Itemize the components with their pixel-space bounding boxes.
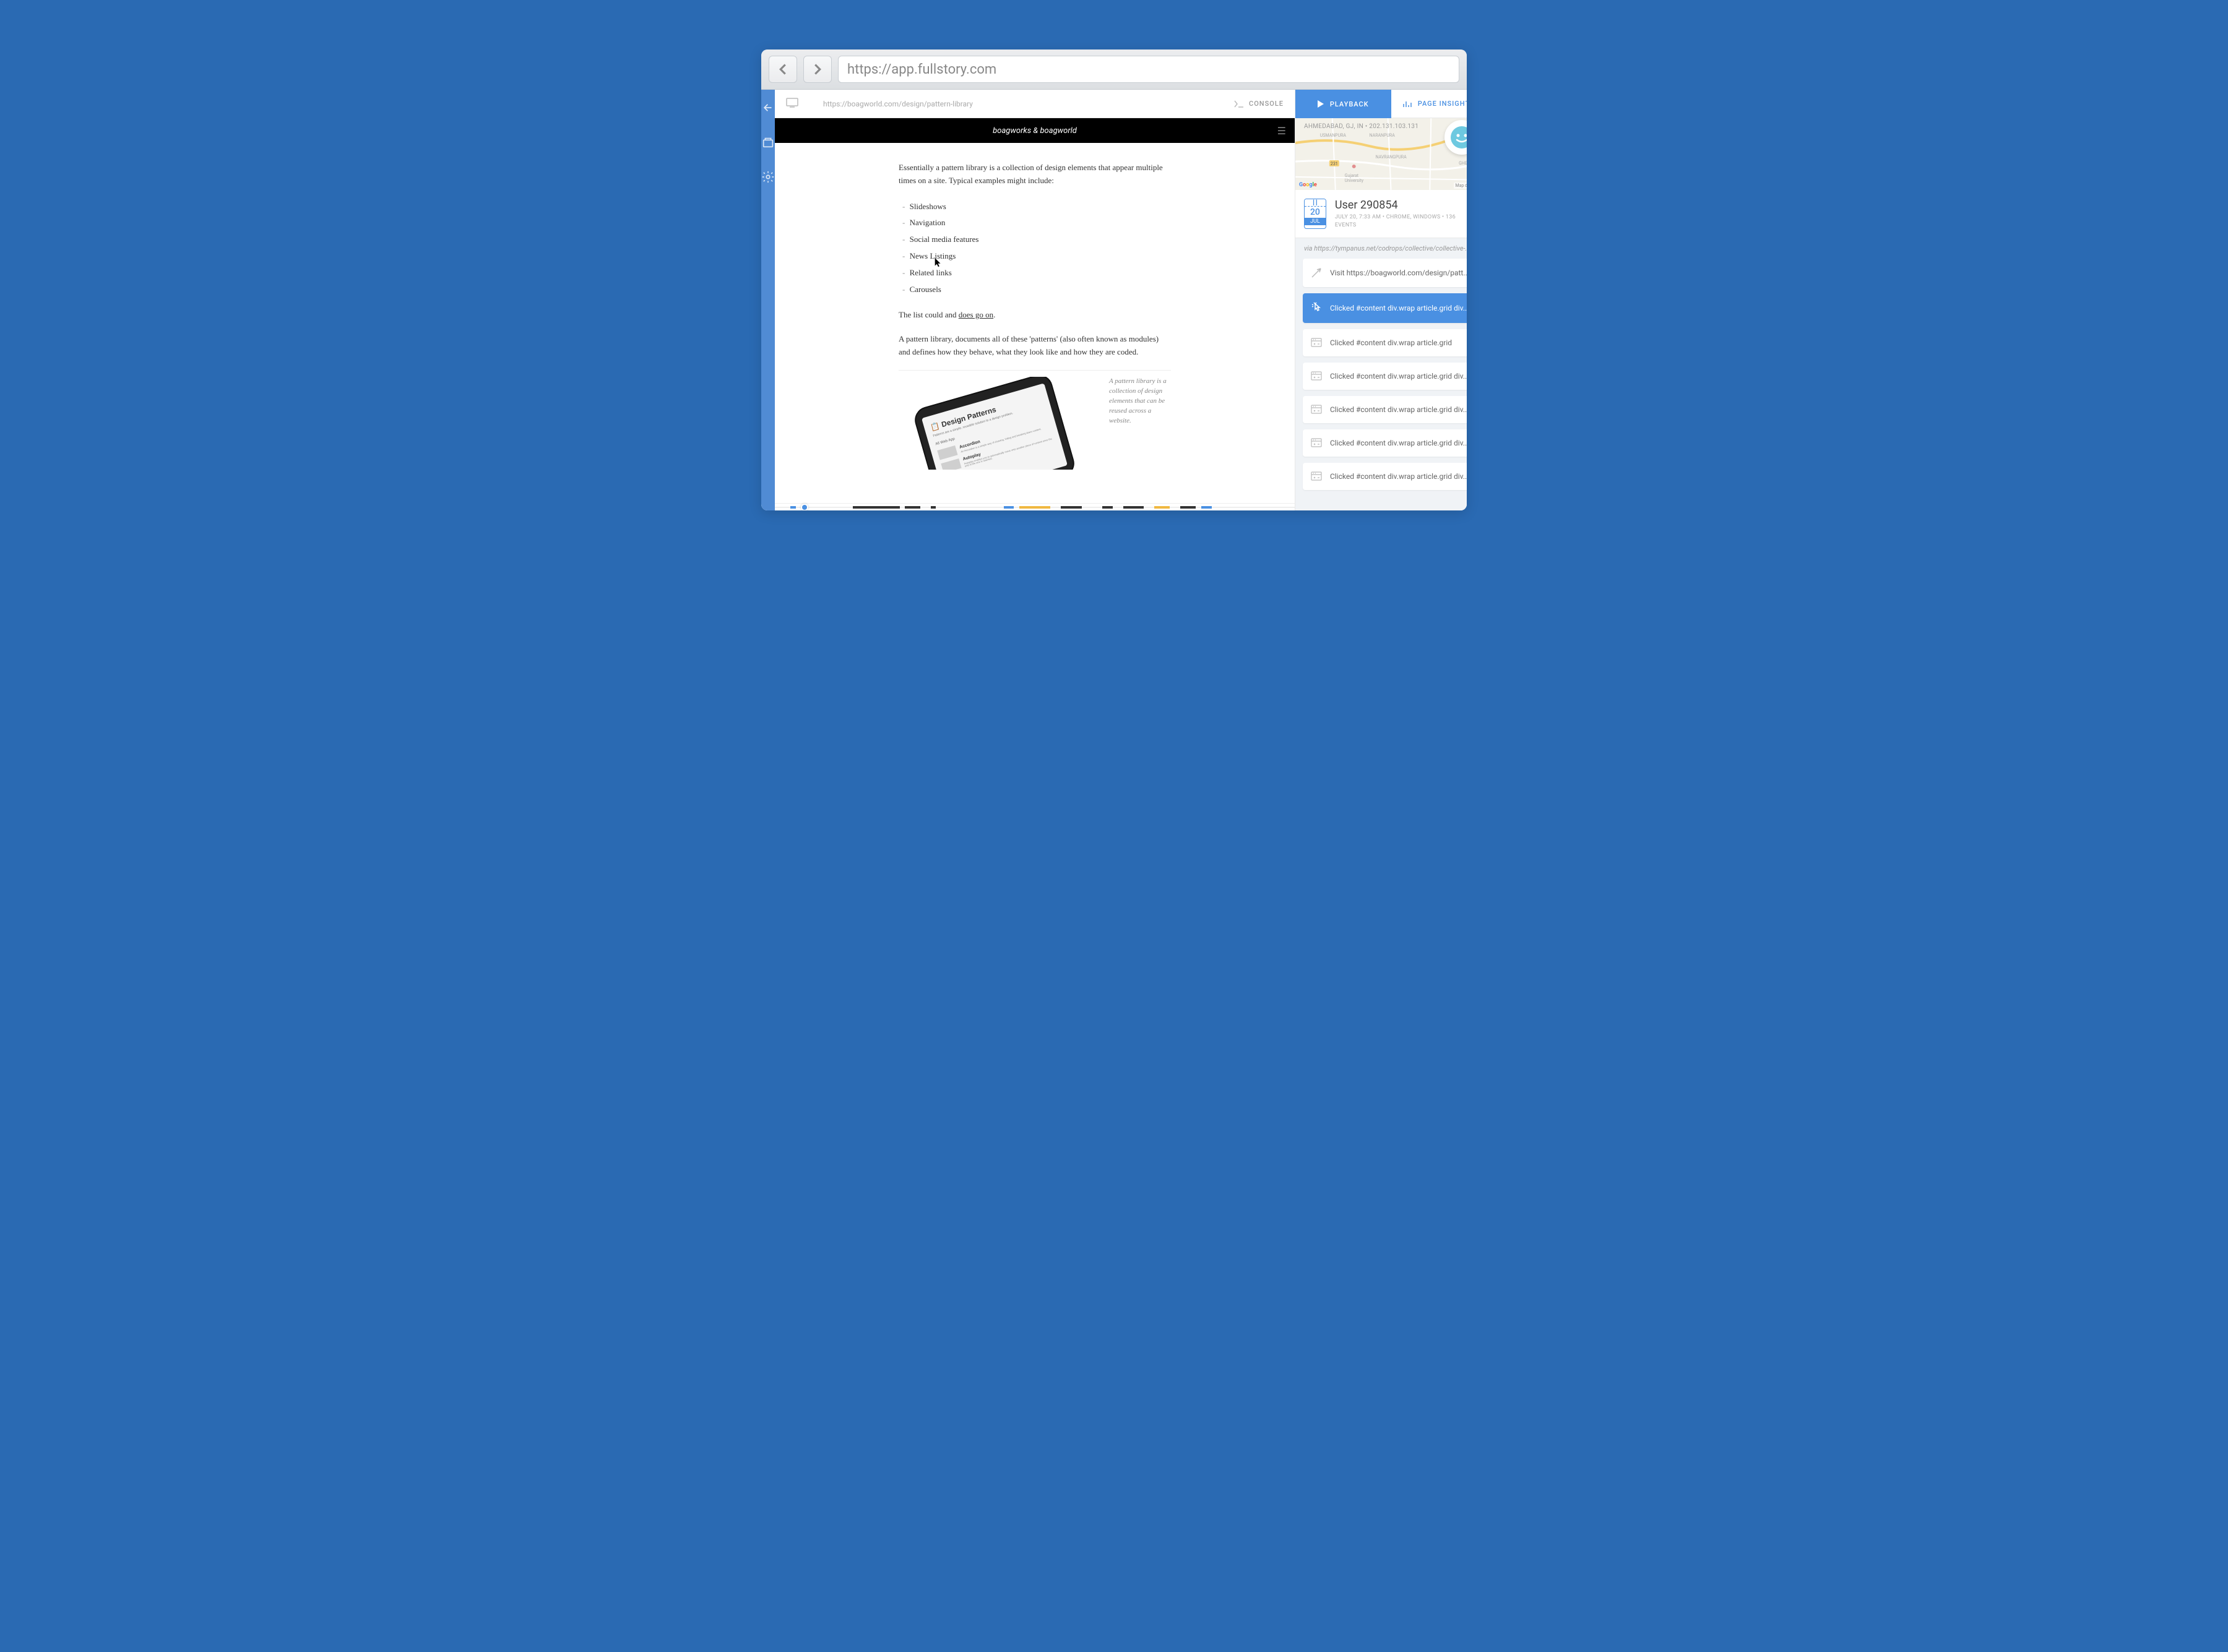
event-text: Clicked #content div.wrap article.grid d… (1330, 472, 1467, 481)
figure-row: 📋 Design Patterns Patterns are a simple,… (899, 370, 1171, 470)
user-meta: JULY 20, 7:33 AM • CHROME, WINDOWS • 136… (1335, 213, 1467, 229)
event-item[interactable]: Clicked #content div.wrap article.grid d… (1303, 429, 1467, 457)
svg-text:USMANPURA: USMANPURA (1320, 133, 1347, 138)
tab-playback[interactable]: PLAYBACK (1295, 90, 1391, 118)
session-replay-viewport[interactable]: boagworks & boagworld ☰ Essentially a pa… (775, 118, 1295, 503)
location-text: AHMEDABAD, GJ, IN • 202.131.103.131 (1304, 123, 1418, 130)
pointer-click-icon (1310, 302, 1323, 314)
svg-text:Gujarat: Gujarat (1345, 173, 1359, 178)
hamburger-icon: ☰ (1277, 125, 1286, 137)
article-para2: The list could and does go on. (899, 309, 1171, 322)
window-icon (1310, 471, 1323, 481)
event-text: Visit https://boagworld.com/design/patt.… (1330, 269, 1467, 277)
window-icon (1310, 338, 1323, 348)
recorded-cursor-icon (935, 258, 942, 268)
nav-forward-button[interactable] (803, 56, 832, 83)
window-icon (1310, 405, 1323, 415)
svg-text:NAVRANGPURA: NAVRANGPURA (1376, 155, 1407, 160)
svg-text:NARANPURA: NARANPURA (1370, 133, 1396, 138)
date-badge: ┃┃ 20 JUL (1304, 199, 1326, 229)
right-panel: PLAYBACK PAGE INSIGHTS 231 (1295, 90, 1467, 510)
chevron-left-icon (778, 63, 788, 75)
site-logo-text: boagworks & boagworld (993, 126, 1077, 136)
window-icon (1310, 438, 1323, 448)
event-text: Clicked #content div.wrap article.grid d… (1330, 439, 1467, 447)
article-para3: A pattern library, documents all of thes… (899, 333, 1171, 359)
event-text: Clicked #content div.wrap article.grid d… (1330, 372, 1467, 381)
map-attribution: Map data ©20 (1454, 183, 1467, 189)
bar-chart-icon (1403, 100, 1412, 108)
events-list: Visit https://boagworld.com/design/patt.… (1295, 259, 1467, 510)
list-item: Slideshows (902, 199, 1171, 215)
left-rail (761, 90, 775, 510)
figure-image: 📋 Design Patterns Patterns are a simple,… (899, 377, 1097, 470)
console-icon (1234, 100, 1244, 108)
user-card: ┃┃ 20 JUL User 290854 JULY 20, 7:33 AM •… (1295, 190, 1467, 238)
svg-text:231: 231 (1331, 161, 1338, 166)
play-icon (1318, 100, 1324, 108)
app-area: https://boagworld.com/design/pattern-lib… (761, 90, 1467, 510)
event-text: Clicked #content div.wrap article.grid (1330, 338, 1452, 347)
console-button[interactable]: CONSOLE (1234, 100, 1284, 108)
window-icon (1310, 371, 1323, 381)
event-item[interactable]: Clicked #content div.wrap article.grid d… (1303, 293, 1467, 323)
user-name: User 290854 (1335, 199, 1467, 212)
article-list: Slideshows Navigation Social media featu… (902, 199, 1171, 298)
url-bar-text: https://app.fullstory.com (847, 62, 996, 77)
list-item: Related links (902, 265, 1171, 282)
recorded-article: Essentially a pattern library is a colle… (775, 143, 1295, 476)
figure-caption: A pattern library is a collection of des… (1109, 377, 1171, 470)
article-link: does go on (959, 310, 993, 319)
sessions-icon[interactable] (761, 136, 775, 152)
recorded-site-header: boagworks & boagworld ☰ (775, 118, 1295, 143)
desktop-icon (786, 98, 798, 110)
console-label: CONSOLE (1249, 100, 1284, 108)
tablet-device: 📋 Design Patterns Patterns are a simple,… (912, 377, 1077, 470)
event-text: Clicked #content div.wrap article.grid d… (1330, 405, 1467, 414)
list-item: News Listings (902, 248, 1171, 265)
list-item: Carousels (902, 282, 1171, 298)
tab-page-insights[interactable]: PAGE INSIGHTS (1391, 90, 1467, 118)
article-intro: Essentially a pattern library is a colle… (899, 161, 1171, 187)
event-item[interactable]: Clicked #content div.wrap article.grid d… (1303, 363, 1467, 390)
settings-icon[interactable] (761, 170, 775, 186)
back-arrow-icon[interactable] (761, 101, 775, 117)
recorded-url: https://boagworld.com/design/pattern-lib… (823, 100, 973, 108)
playhead[interactable] (801, 504, 808, 510)
navigate-icon (1310, 267, 1323, 278)
browser-window: https://app.fullstory.com https://boagwo… (761, 49, 1467, 510)
svg-text:GHEEKAN: GHEEKAN (1459, 161, 1467, 166)
svg-text:University: University (1345, 178, 1364, 183)
panel-tabs: PLAYBACK PAGE INSIGHTS (1295, 90, 1467, 118)
nav-back-button[interactable] (769, 56, 797, 83)
referrer-row: via https://tympanus.net/codrops/collect… (1295, 238, 1467, 259)
session-toolbar: https://boagworld.com/design/pattern-lib… (775, 90, 1295, 118)
event-item[interactable]: Clicked #content div.wrap article.grid d… (1303, 396, 1467, 423)
browser-chrome: https://app.fullstory.com (761, 49, 1467, 90)
event-item[interactable]: Clicked #content div.wrap article.grid d… (1303, 463, 1467, 490)
main-content: https://boagworld.com/design/pattern-lib… (775, 90, 1295, 510)
playback-timeline[interactable] (775, 503, 1295, 510)
event-item[interactable]: Clicked #content div.wrap article.grid (1303, 329, 1467, 356)
event-item[interactable]: Visit https://boagworld.com/design/patt.… (1303, 259, 1467, 287)
chevron-right-icon (813, 63, 823, 75)
url-bar[interactable]: https://app.fullstory.com (838, 56, 1459, 83)
list-item: Social media features (902, 231, 1171, 248)
location-map: 231 USMANPURA NARANPURA NAVRANGPURA DARI… (1295, 118, 1467, 190)
map-logo: Google (1299, 182, 1317, 188)
event-text: Clicked #content div.wrap article.grid d… (1330, 304, 1467, 312)
list-item: Navigation (902, 215, 1171, 231)
